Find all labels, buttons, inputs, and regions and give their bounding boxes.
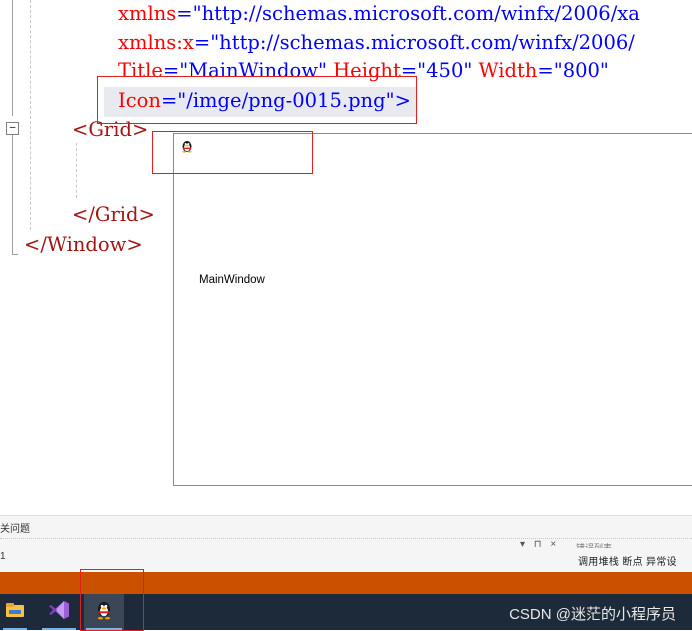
code-line-icon: Icon="/imge/png-0015.png">	[118, 87, 411, 115]
indent-guide	[30, 0, 31, 230]
visual-studio-icon	[48, 600, 70, 625]
tag-close: >	[394, 89, 411, 112]
value-width: "800"	[553, 59, 609, 82]
panel-tab-partial[interactable]: 错误列表	[576, 541, 612, 548]
attr-name: xmlns:x	[118, 31, 194, 54]
code-line-grid-close: </Grid>	[72, 203, 155, 226]
qq-penguin-icon	[95, 600, 113, 625]
value-title: "MainWindow"	[179, 59, 327, 82]
attr-name: xmlns	[118, 2, 177, 25]
value-height: "450"	[417, 59, 473, 82]
file-explorer-icon	[5, 602, 25, 623]
panel-window-controls[interactable]: ▾ ⊓ ×	[520, 539, 559, 550]
status-bar	[0, 572, 692, 594]
panel-field-value[interactable]: 1	[0, 551, 6, 562]
taskbar-file-explorer[interactable]	[0, 594, 30, 630]
output-panel[interactable]: 关问题 ▾ ⊓ × 错误列表 1 调用堆栈 断点 异常设	[0, 515, 692, 573]
indent-guide	[76, 143, 77, 198]
taskbar-qq-app[interactable]	[84, 594, 124, 630]
fold-toggle-button[interactable]: −	[6, 122, 19, 135]
code-line-xmlns-x: xmlns:x="http://schemas.microsoft.com/wi…	[118, 29, 635, 57]
code-line-xmlns: xmlns="http://schemas.microsoft.com/winf…	[118, 0, 640, 28]
panel-right-tabs[interactable]: 调用堆栈 断点 异常设	[578, 553, 677, 568]
attr-title: Title	[118, 59, 163, 82]
taskbar-visual-studio[interactable]	[40, 594, 78, 630]
equals: =	[193, 31, 211, 54]
attr-height: Height	[333, 59, 401, 82]
equals: =	[176, 2, 193, 25]
window-title: MainWindow	[199, 274, 265, 286]
fold-guide-end	[12, 254, 18, 255]
fold-guide	[12, 135, 13, 255]
equals: =	[160, 89, 178, 112]
taskbar: CSDN @迷茫的小程序员	[0, 594, 692, 630]
attr-icon: Icon	[118, 89, 161, 112]
code-line-title: Title="MainWindow" Height="450" Width="8…	[118, 59, 609, 82]
attr-value: "http://schemas.microsoft.com/winfx/2006…	[192, 2, 640, 25]
fold-guide	[12, 0, 13, 116]
value-icon-path: "/imge/png-0015.png"	[177, 89, 395, 112]
main-window[interactable]: MainWindow	[173, 133, 692, 486]
attr-width: Width	[478, 59, 538, 82]
panel-divider	[0, 538, 692, 540]
code-line-window-close: </Window>	[24, 233, 143, 256]
panel-title: 关问题	[0, 524, 30, 535]
code-line-grid-open: <Grid>	[72, 118, 149, 141]
csdn-watermark: CSDN @迷茫的小程序员	[509, 606, 676, 623]
qq-penguin-icon	[180, 139, 194, 158]
attr-value: "http://schemas.microsoft.com/winfx/2006…	[210, 31, 635, 54]
